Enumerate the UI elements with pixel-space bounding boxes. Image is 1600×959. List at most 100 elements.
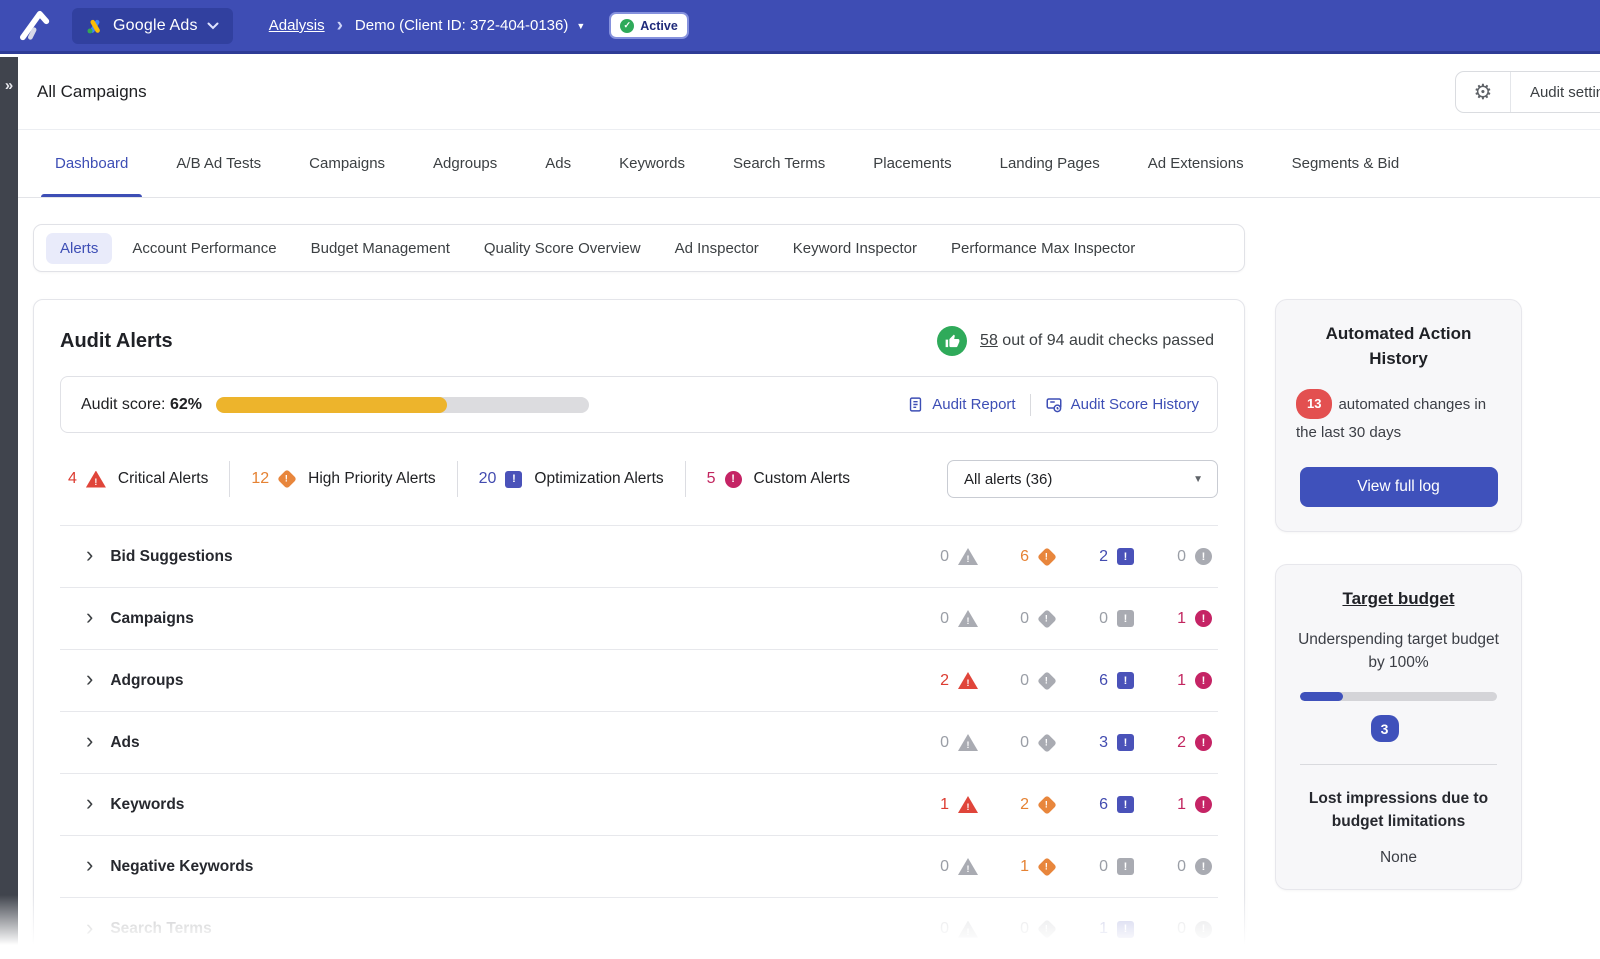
alert-row-label: Campaigns — [110, 610, 194, 628]
critical-count: 0! — [900, 858, 978, 876]
optimization-alert-icon: ! — [1117, 548, 1134, 565]
high-priority-count: 0! — [978, 734, 1056, 752]
audit-score-value: 62% — [170, 396, 202, 413]
check-circle-icon: ✓ — [620, 19, 634, 33]
optimization-alert-icon: ! — [1117, 734, 1134, 751]
alert-row-adgroups[interactable]: › Adgroups 2! 0! 6! 1! — [60, 650, 1218, 712]
custom-alert-icon: ! — [1195, 734, 1212, 751]
optimization-alert-icon: ! — [1117, 858, 1134, 875]
divider — [1030, 394, 1031, 416]
page: Google Ads Adalysis › Demo (Client ID: 3… — [0, 0, 1600, 959]
alert-row-label: Ads — [110, 734, 139, 752]
custom-alert-icon: ! — [1195, 796, 1212, 813]
google-ads-selector[interactable]: Google Ads — [72, 8, 233, 44]
subtab-bar: Alerts Account Performance Budget Manage… — [33, 224, 1245, 272]
optimization-alert-icon: ! — [505, 471, 522, 488]
critical-count: 0! — [900, 548, 978, 566]
view-full-log-button[interactable]: View full log — [1300, 467, 1498, 507]
alert-row-search-terms[interactable]: › Search Terms 0! 0! 1! 0! — [60, 898, 1218, 959]
status-badge[interactable]: ✓ Active — [609, 12, 689, 39]
alert-row-keywords[interactable]: › Keywords 1! 2! 6! 1! — [60, 774, 1218, 836]
subtab-account-performance[interactable]: Account Performance — [118, 233, 290, 264]
alerts-filter-value: All alerts (36) — [964, 471, 1052, 488]
automated-action-history-panel: Automated Action History 13automated cha… — [1275, 299, 1522, 532]
custom-count: 1! — [1134, 796, 1212, 814]
gear-icon[interactable]: ⚙ — [1456, 72, 1511, 112]
subtab-budget-management[interactable]: Budget Management — [297, 233, 464, 264]
tab-adgroups[interactable]: Adgroups — [433, 130, 497, 197]
optimization-count: 1! — [1056, 920, 1134, 938]
custom-count: 0! — [1134, 920, 1212, 938]
subtab-keyword-inspector[interactable]: Keyword Inspector — [779, 233, 931, 264]
status-badge-label: Active — [640, 19, 678, 33]
tab-landing-pages[interactable]: Landing Pages — [1000, 130, 1100, 197]
tab-keywords[interactable]: Keywords — [619, 130, 685, 197]
critical-alert-icon: ! — [958, 734, 978, 751]
alerts-filter-dropdown[interactable]: All alerts (36) ▼ — [947, 460, 1218, 498]
checks-passed-text: 58 out of 94 audit checks passed — [980, 332, 1214, 350]
automated-changes-badge: 13 — [1296, 389, 1332, 419]
critical-alerts-summary[interactable]: 4 ! Critical Alerts — [68, 470, 208, 488]
custom-count: 1! — [1134, 610, 1212, 628]
tab-ab-ad-tests[interactable]: A/B Ad Tests — [176, 130, 261, 197]
page-title: All Campaigns — [37, 82, 147, 102]
audit-report-link[interactable]: Audit Report — [907, 396, 1015, 413]
custom-count: 0! — [1134, 548, 1212, 566]
alert-row-ads[interactable]: › Ads 0! 0! 3! 2! — [60, 712, 1218, 774]
high-priority-alert-icon: ! — [1037, 733, 1057, 753]
high-priority-alert-icon: ! — [1037, 795, 1057, 815]
divider — [457, 461, 458, 497]
checks-passed-count-link[interactable]: 58 — [980, 332, 998, 349]
caret-down-icon: ▼ — [576, 21, 585, 31]
lost-impressions-value: None — [1296, 849, 1501, 867]
tab-placements[interactable]: Placements — [873, 130, 951, 197]
expand-sidebar-icon[interactable]: » — [0, 77, 18, 94]
target-budget-panel: Target budget Underspending target budge… — [1275, 564, 1522, 890]
tab-search-terms[interactable]: Search Terms — [733, 130, 825, 197]
subtab-alerts[interactable]: Alerts — [46, 233, 112, 264]
chevron-right-icon: › — [86, 854, 93, 876]
critical-alert-icon: ! — [958, 921, 978, 938]
breadcrumb-adalysis-link[interactable]: Adalysis — [269, 17, 325, 34]
tab-ads[interactable]: Ads — [545, 130, 571, 197]
alert-row-label: Adgroups — [110, 672, 183, 690]
alert-row-campaigns[interactable]: › Campaigns 0! 0! 0! 1! — [60, 588, 1218, 650]
tab-ad-extensions[interactable]: Ad Extensions — [1148, 130, 1244, 197]
subtab-ad-inspector[interactable]: Ad Inspector — [661, 233, 773, 264]
audit-score-history-link[interactable]: Audit Score History — [1045, 396, 1199, 414]
optimization-count: 2! — [1056, 548, 1134, 566]
account-selector-label: Demo (Client ID: 372-404-0136) — [355, 17, 568, 34]
custom-alerts-summary[interactable]: 5 ! Custom Alerts — [707, 470, 850, 488]
critical-alert-icon: ! — [958, 610, 978, 627]
tab-dashboard[interactable]: Dashboard — [55, 130, 128, 197]
high-priority-alerts-summary[interactable]: 12 ! High Priority Alerts — [251, 470, 435, 488]
alert-row-negative-keywords[interactable]: › Negative Keywords 0! 1! 0! 0! — [60, 836, 1218, 898]
critical-count: 2! — [900, 672, 978, 690]
caret-down-icon: ▼ — [1193, 474, 1203, 485]
breadcrumb: Adalysis › Demo (Client ID: 372-404-0136… — [269, 16, 586, 35]
target-budget-link[interactable]: Target budget — [1296, 587, 1501, 612]
audit-settings-button[interactable]: Audit settings — [1511, 72, 1600, 112]
subtab-performance-max-inspector[interactable]: Performance Max Inspector — [937, 233, 1149, 264]
tab-segments-bid[interactable]: Segments & Bid — [1292, 130, 1400, 197]
custom-count: 2! — [1134, 734, 1212, 752]
critical-count: 1! — [900, 796, 978, 814]
critical-alert-icon: ! — [86, 471, 106, 488]
account-selector[interactable]: Demo (Client ID: 372-404-0136) ▼ — [355, 17, 585, 34]
subtab-quality-score-overview[interactable]: Quality Score Overview — [470, 233, 655, 264]
chevron-right-icon: › — [337, 16, 343, 35]
optimization-alert-icon: ! — [1117, 610, 1134, 627]
optimization-alerts-summary[interactable]: 20 ! Optimization Alerts — [479, 470, 664, 488]
adalysis-logo-icon[interactable] — [14, 8, 58, 44]
custom-alert-icon: ! — [1195, 610, 1212, 627]
google-ads-logo-icon — [86, 17, 104, 35]
custom-alert-icon: ! — [1195, 858, 1212, 875]
optimization-count: 3! — [1056, 734, 1134, 752]
checks-passed: 58 out of 94 audit checks passed — [937, 326, 1218, 356]
target-budget-subtitle: Underspending target budget by 100% — [1296, 628, 1501, 675]
tab-campaigns[interactable]: Campaigns — [309, 130, 385, 197]
alert-row-bid-suggestions[interactable]: › Bid Suggestions 0! 6! 2! 0! — [60, 526, 1218, 588]
high-priority-count: 0! — [978, 920, 1056, 938]
alert-summary: 4 ! Critical Alerts 12 ! High Priority A… — [60, 459, 1218, 499]
chevron-right-icon: › — [86, 544, 93, 566]
